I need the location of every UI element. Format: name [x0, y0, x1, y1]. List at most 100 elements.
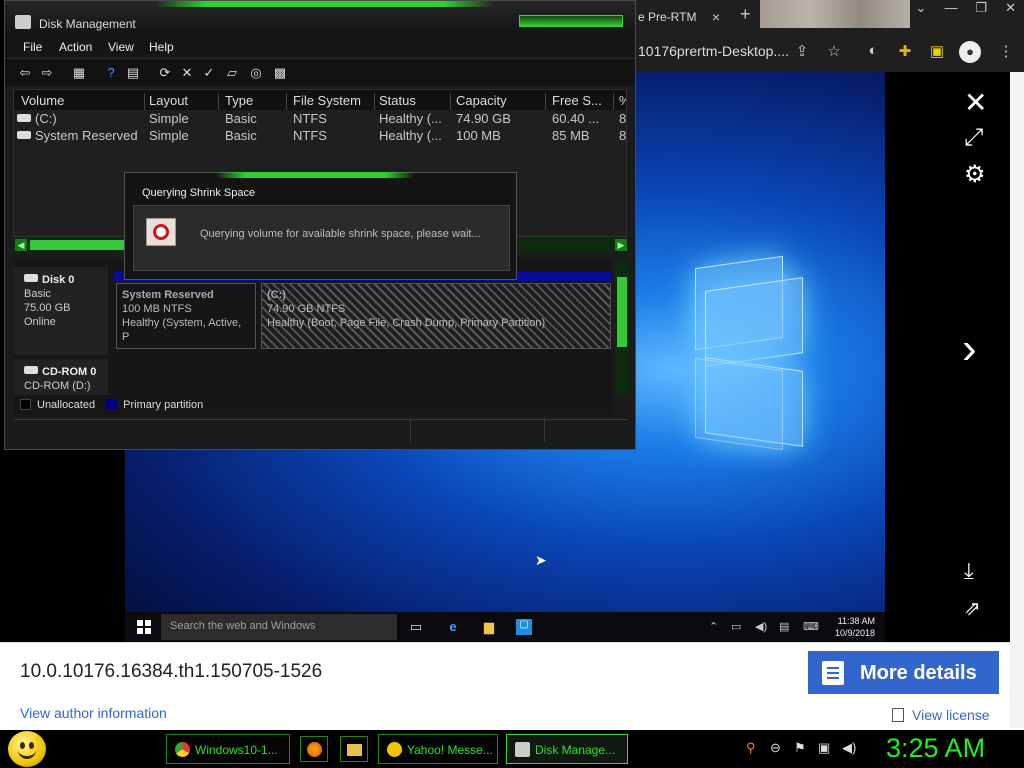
store-icon[interactable]: ▢	[516, 619, 532, 635]
firefox-icon	[307, 742, 322, 757]
windows-start-icon[interactable]	[137, 620, 151, 634]
column-header[interactable]: File System	[293, 93, 375, 110]
bookmark-star-icon[interactable]: ☆	[824, 42, 844, 62]
menu-action[interactable]: Action	[59, 40, 92, 54]
close-window-icon[interactable]: ✕	[1005, 0, 1016, 16]
taskbar-button-label: Disk Manage...	[535, 743, 616, 757]
profile-avatar[interactable]: ●	[959, 41, 981, 63]
minimize-icon[interactable]: —	[944, 0, 957, 16]
minus-circle-icon[interactable]: ⊖	[770, 740, 781, 756]
search-icon[interactable]: ⚲	[746, 740, 756, 756]
edge-icon[interactable]: e	[445, 619, 461, 635]
status-bar	[14, 419, 628, 442]
window-control-buttons[interactable]	[519, 15, 623, 27]
disk-management-icon	[515, 742, 530, 757]
cdrom-0-label[interactable]: CD-ROM 0 CD-ROM (D:)	[14, 359, 108, 395]
flag-icon[interactable]: ⚑	[794, 740, 806, 756]
settings-gear-icon[interactable]: ⚙	[964, 160, 986, 189]
rescan-icon[interactable]: ▩	[272, 65, 288, 81]
search-icon[interactable]: ◎	[248, 65, 264, 81]
win10-date: 10/9/2018	[834, 628, 875, 638]
view-author-link[interactable]: View author information	[20, 705, 167, 721]
partition-name: (C:)	[267, 289, 286, 301]
dialog-title: Querying Shrink Space	[142, 187, 256, 199]
taskbar-button-chrome[interactable]: Windows10-1...	[166, 734, 290, 764]
back-arrow-icon[interactable]: ⇦	[17, 65, 33, 81]
volume-icon[interactable]: ◀)	[755, 620, 767, 633]
shrink-query-dialog: Querying Shrink Space Querying volume fo…	[124, 172, 517, 280]
menu-help[interactable]: Help	[149, 40, 174, 54]
delete-icon[interactable]: ✕	[179, 65, 195, 81]
column-header[interactable]: Free S...	[552, 93, 614, 110]
column-header[interactable]: Capacity	[456, 93, 546, 110]
puzzle-icon[interactable]: ✚	[895, 42, 915, 62]
share-out-icon[interactable]: ⇗	[964, 596, 981, 621]
network-icon[interactable]: ▭	[731, 620, 741, 633]
scroll-right-icon[interactable]: ▶	[615, 239, 627, 251]
partition-c[interactable]: (C:) 74.90 GB NTFS Healthy (Boot, Page F…	[261, 283, 611, 349]
column-header[interactable]: Status	[379, 93, 451, 110]
network-icon[interactable]: ▣	[818, 740, 830, 756]
extension-flag-icon[interactable]: ◐	[863, 42, 883, 62]
volume-icon[interactable]: ◀)	[842, 740, 856, 756]
column-header[interactable]: Layout	[149, 93, 219, 110]
new-tab-button[interactable]: +	[740, 4, 751, 25]
title-glow	[155, 1, 495, 7]
sidebar-icon[interactable]: ▣	[927, 42, 947, 62]
expand-icon[interactable]: ⤢	[964, 124, 983, 152]
address-bar[interactable]: 10176prertm-Desktop....	[634, 40, 814, 64]
file-explorer-icon[interactable]: ▆	[481, 619, 497, 635]
disk-0-label[interactable]: Disk 0 Basic 75.00 GB Online	[14, 267, 108, 355]
menu-view[interactable]: View	[108, 40, 134, 54]
properties-icon[interactable]: ▤	[125, 65, 141, 81]
task-view-icon[interactable]: ▭	[408, 619, 424, 635]
dialog-message: Querying volume for available shrink spa…	[200, 228, 481, 240]
cdrom-name: CD-ROM 0	[42, 366, 97, 378]
partition-system-reserved[interactable]: System Reserved 100 MB NTFS Healthy (Sys…	[116, 283, 256, 349]
start-smiley-icon[interactable]	[8, 731, 46, 767]
menu-file[interactable]: File	[23, 40, 42, 54]
column-header[interactable]: Type	[225, 93, 287, 110]
page-scrollbar[interactable]	[1010, 72, 1024, 728]
next-image-chevron-icon[interactable]: ›	[962, 324, 977, 374]
more-details-button[interactable]: More details	[808, 651, 999, 694]
close-viewer-icon[interactable]: ✕	[964, 86, 987, 119]
open-folder-icon[interactable]: ▱	[224, 65, 240, 81]
tray-chevron-up-icon[interactable]: ⌃	[709, 620, 718, 633]
scroll-left-icon[interactable]: ◀	[15, 239, 27, 251]
browser-tab-title: e Pre-RTM	[638, 10, 697, 24]
table-row[interactable]: (C:) Simple Basic NTFS Healthy (... 74.9…	[14, 111, 626, 127]
taskbar-firefox[interactable]	[300, 736, 328, 762]
taskbar-button-disk-management[interactable]: Disk Manage...	[506, 734, 628, 764]
vertical-scrollbar[interactable]	[615, 259, 629, 395]
column-header[interactable]: Volume	[21, 93, 145, 110]
taskbar-folder[interactable]	[340, 736, 368, 762]
tab-strip-background	[760, 0, 910, 28]
win10-clock[interactable]: 11:38 AM 10/9/2018	[835, 615, 875, 639]
close-tab-icon[interactable]: ×	[712, 9, 720, 25]
refresh-icon[interactable]: ⟳	[157, 65, 173, 81]
column-header[interactable]: %	[619, 93, 626, 110]
share-icon[interactable]: ⇪	[792, 42, 812, 62]
notification-icon[interactable]: ▤	[779, 620, 789, 633]
cdrom-label: CD-ROM (D:)	[24, 380, 91, 392]
win10-search-box[interactable]: Search the web and Windows	[161, 614, 397, 640]
menu-kebab-icon[interactable]: ⋮	[996, 42, 1016, 62]
taskbar-button-yahoo[interactable]: Yahoo! Messe...	[378, 734, 498, 764]
chevron-down-icon[interactable]: ⌄	[916, 0, 927, 16]
help-icon[interactable]: ?	[103, 65, 119, 81]
keyboard-icon[interactable]: ⌨	[803, 620, 819, 633]
taskbar-clock[interactable]: 3:25 AM	[886, 733, 985, 764]
table-row[interactable]: System Reserved Simple Basic NTFS Health…	[14, 128, 626, 144]
console-tree-icon[interactable]: ▦	[71, 65, 87, 81]
restore-icon[interactable]: ❐	[975, 0, 987, 16]
forward-arrow-icon[interactable]: ⇨	[39, 65, 55, 81]
disk-management-titlebar[interactable]: Disk Management	[5, 1, 635, 37]
dialog-glow	[215, 172, 415, 178]
check-icon[interactable]: ✓	[201, 65, 217, 81]
download-icon[interactable]: ⤓	[964, 558, 974, 584]
partition-size: 100 MB NTFS	[122, 303, 192, 315]
browser-tab[interactable]: e Pre-RTM ×	[634, 5, 726, 29]
scroll-thumb[interactable]	[617, 277, 627, 347]
view-license-link[interactable]: View license	[892, 707, 990, 723]
